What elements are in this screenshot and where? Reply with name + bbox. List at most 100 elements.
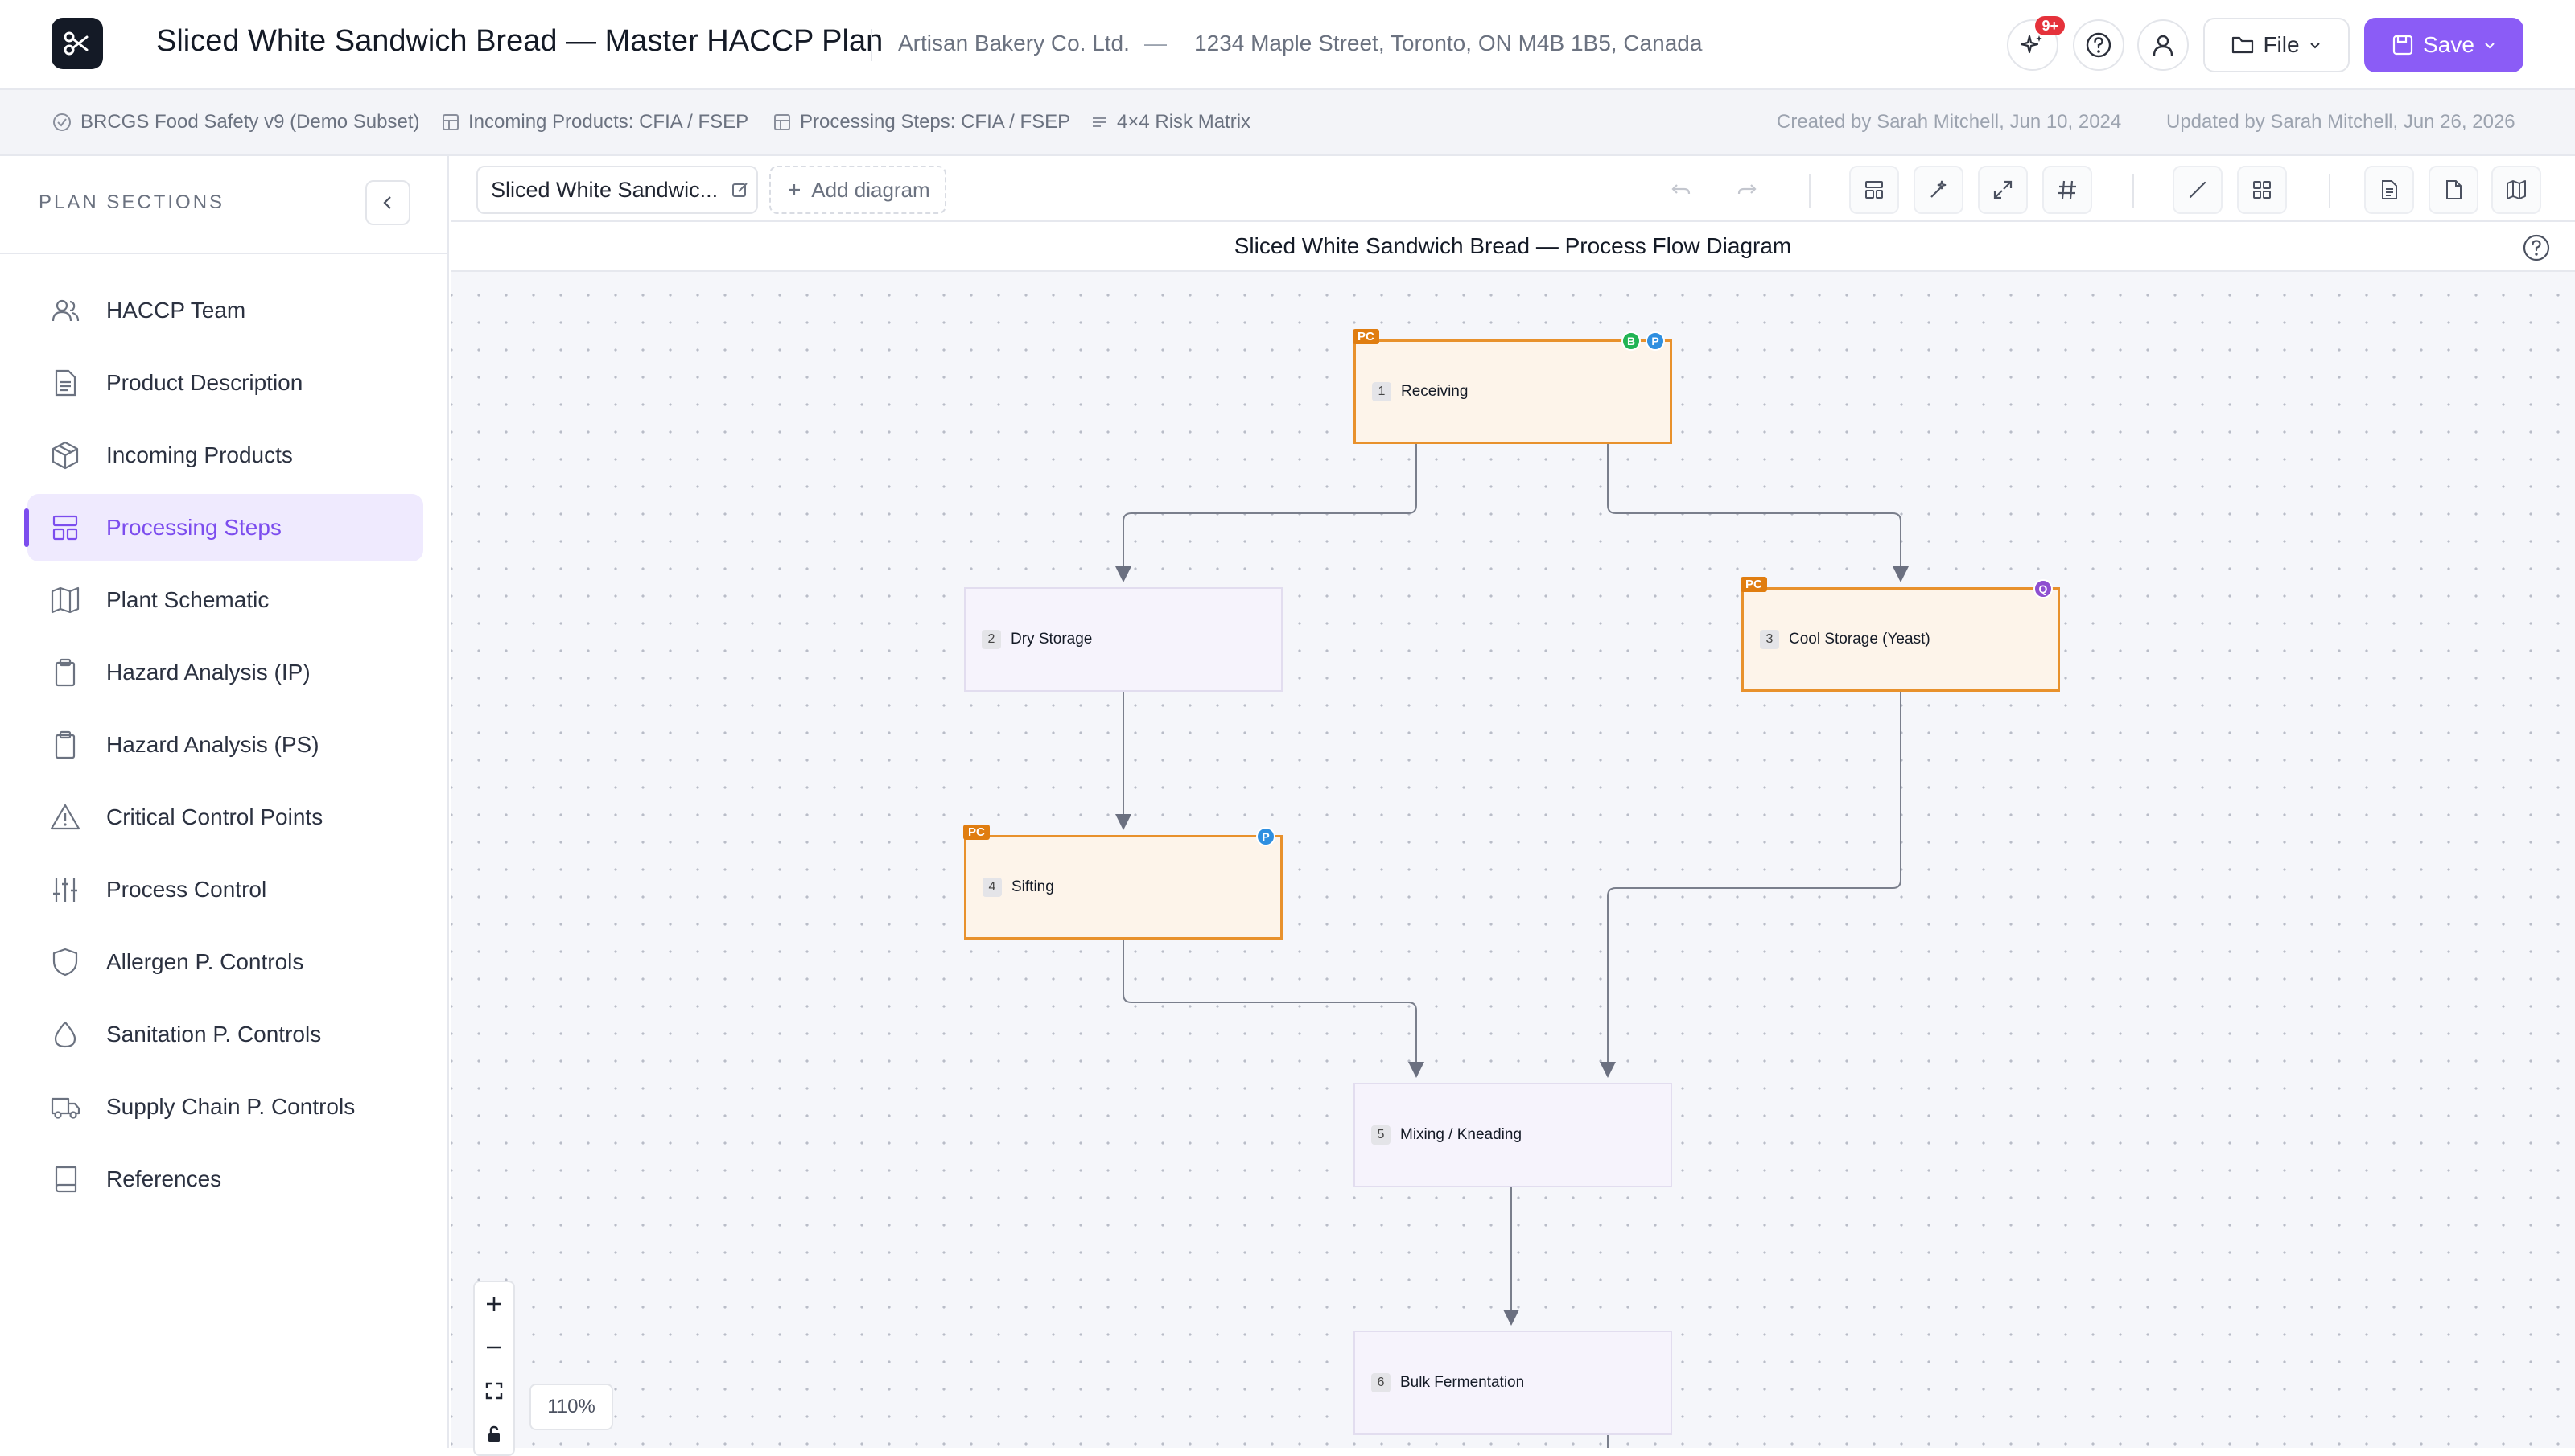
- zoom-level: 110%: [529, 1384, 613, 1430]
- lock-button[interactable]: [475, 1413, 513, 1456]
- magic-layout-button[interactable]: [1914, 166, 1963, 214]
- magic-wand-icon: [1930, 180, 1947, 198]
- standard-badge[interactable]: BRCGS Food Safety v9 (Demo Subset): [52, 111, 420, 134]
- add-diagram-button[interactable]: Add diagram: [769, 166, 946, 214]
- document-icon: [50, 368, 80, 398]
- top-bar: Sliced White Sandwich Bread — Master HAC…: [0, 0, 2575, 90]
- step-label: Dry Storage: [1011, 631, 1093, 648]
- process-step-sifting[interactable]: PC P 4 Sifting: [963, 825, 1283, 940]
- badge-b: B: [1621, 331, 1641, 351]
- sidebar-item-processing-steps[interactable]: Processing Steps: [24, 494, 423, 561]
- help-icon: [2086, 32, 2112, 58]
- sidebar-item-incoming-products[interactable]: Incoming Products: [27, 422, 423, 489]
- redo-button[interactable]: [1722, 166, 1772, 214]
- sliders-icon: [50, 874, 80, 905]
- edge-receiving-dry-storage: [1115, 444, 1417, 582]
- document-icon: [2446, 180, 2462, 199]
- sidebar-item-allergen-p-controls[interactable]: Allergen P. Controls: [27, 928, 423, 996]
- collapse-sidebar-button[interactable]: [365, 180, 410, 225]
- map-button[interactable]: [2491, 166, 2541, 214]
- updated-info: Updated by Sarah Mitchell, Jun 26, 2026: [2166, 111, 2515, 133]
- sidebar-item-hazard-analysis-ps[interactable]: Hazard Analysis (PS): [27, 711, 423, 779]
- document-text-icon: [2382, 180, 2397, 199]
- app-logo[interactable]: [52, 18, 103, 69]
- step-label: Mixing / Kneading: [1400, 1126, 1522, 1143]
- file-menu-button[interactable]: File: [2203, 18, 2350, 72]
- grid-toggle-button[interactable]: [2042, 166, 2092, 214]
- grid-view-button[interactable]: [2237, 166, 2287, 214]
- help-icon[interactable]: [2520, 232, 2552, 264]
- badge-q: Q: [2033, 579, 2053, 598]
- report-button[interactable]: [2364, 166, 2414, 214]
- redo-icon: [1737, 184, 1757, 195]
- pc-tag: PC: [1353, 329, 1379, 344]
- check-circle-icon: [53, 113, 71, 131]
- fit-view-button[interactable]: [475, 1369, 513, 1413]
- undo-button[interactable]: [1656, 166, 1706, 214]
- edge-cool-storage-mixing: [1600, 690, 1901, 1078]
- sidebar-item-critical-control-points[interactable]: Critical Control Points: [27, 784, 423, 851]
- step-number: 4: [983, 878, 1002, 897]
- badge-p: P: [1646, 331, 1665, 351]
- fit-button[interactable]: [1978, 166, 2028, 214]
- plan-title: Sliced White Sandwich Bread — Master HAC…: [156, 24, 884, 58]
- sidebar-item-label: Sanitation P. Controls: [106, 1022, 322, 1047]
- process-step-mixing-kneading[interactable]: 5 Mixing / Kneading: [1353, 1083, 1672, 1187]
- main-panel: Sliced White Sandwic... Add diagram Slic…: [451, 156, 2575, 1456]
- user-account-button[interactable]: [2137, 19, 2189, 71]
- package-icon: [50, 440, 80, 471]
- minus-icon: [487, 1346, 501, 1349]
- edit-icon[interactable]: [731, 180, 750, 199]
- user-icon: [2153, 35, 2173, 56]
- layout-button[interactable]: [1849, 166, 1899, 214]
- badge-p: P: [1256, 827, 1275, 846]
- step-label: Receiving: [1401, 383, 1469, 400]
- sidebar-item-label: References: [106, 1166, 222, 1191]
- sidebar-item-process-control[interactable]: Process Control: [27, 856, 423, 923]
- save-button[interactable]: Save: [2364, 18, 2524, 72]
- page-button[interactable]: [2429, 166, 2478, 214]
- sidebar-item-haccp-team[interactable]: HACCP Team: [27, 277, 423, 344]
- step-number: 6: [1371, 1373, 1390, 1392]
- process-step-dry-storage[interactable]: 2 Dry Storage: [964, 587, 1283, 692]
- pc-tag: PC: [1741, 577, 1767, 592]
- sidebar-item-supply-chain-p-controls[interactable]: Supply Chain P. Controls: [27, 1073, 423, 1141]
- sidebar-item-label: Hazard Analysis (PS): [106, 732, 319, 757]
- truck-icon: [50, 1092, 80, 1122]
- ai-assistant-button[interactable]: 9+: [2007, 16, 2065, 71]
- sidebar-item-product-description[interactable]: Product Description: [27, 349, 423, 417]
- step-label: Sifting: [1011, 878, 1054, 895]
- add-diagram-label: Add diagram: [811, 177, 930, 202]
- diagram-canvas[interactable]: PC B P 1 Receiving 2 Dry Storage PC Q 3 …: [451, 272, 2575, 1448]
- lock-icon: [488, 1425, 500, 1442]
- save-icon: [2392, 35, 2413, 56]
- process-step-receiving[interactable]: PC B P 1 Receiving: [1353, 329, 1672, 444]
- sidebar-item-label: Hazard Analysis (IP): [106, 660, 311, 685]
- undo-icon: [1671, 184, 1691, 195]
- chevron-down-icon: [2485, 43, 2495, 49]
- sidebar-item-label: Processing Steps: [106, 515, 282, 540]
- incoming-standard[interactable]: Incoming Products: CFIA / FSEP: [441, 111, 748, 134]
- clipboard-icon: [50, 730, 80, 760]
- risk-matrix-label: 4×4 Risk Matrix: [1117, 111, 1251, 133]
- step-number: 5: [1371, 1125, 1390, 1145]
- sidebar-item-references[interactable]: References: [27, 1145, 423, 1213]
- logo-icon: [64, 31, 89, 56]
- shield-icon: [50, 947, 80, 977]
- help-button[interactable]: [2073, 19, 2124, 71]
- sidebar-item-hazard-analysis-ip[interactable]: Hazard Analysis (IP): [27, 639, 423, 706]
- connector-button[interactable]: [2173, 166, 2223, 214]
- sparkle-icon: [2020, 35, 2042, 54]
- diagram-title: Sliced White Sandwich Bread — Process Fl…: [1234, 233, 1792, 258]
- process-step-cool-storage[interactable]: PC Q 3 Cool Storage (Yeast): [1741, 577, 2060, 692]
- zoom-in-button[interactable]: [475, 1282, 513, 1326]
- processing-standard[interactable]: Processing Steps: CFIA / FSEP: [772, 111, 1070, 134]
- risk-matrix[interactable]: 4×4 Risk Matrix: [1090, 111, 1250, 134]
- step-number: 1: [1372, 382, 1391, 401]
- zoom-out-button[interactable]: [475, 1326, 513, 1369]
- sidebar-item-sanitation-p-controls[interactable]: Sanitation P. Controls: [27, 1001, 423, 1068]
- sidebar-item-plant-schematic[interactable]: Plant Schematic: [27, 566, 423, 634]
- notification-badge: 9+: [2035, 16, 2065, 35]
- diagram-tab[interactable]: Sliced White Sandwic...: [476, 166, 758, 214]
- process-step-bulk-fermentation[interactable]: 6 Bulk Fermentation: [1353, 1331, 1672, 1435]
